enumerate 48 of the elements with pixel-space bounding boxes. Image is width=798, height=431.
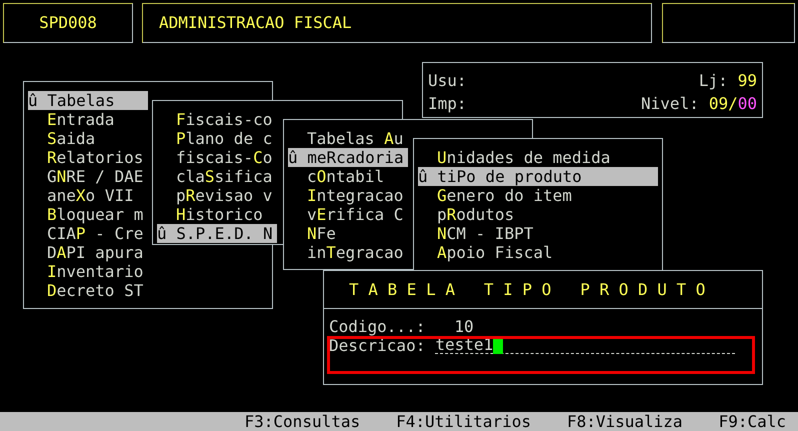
user-label: Usu: — [428, 71, 467, 92]
menu-item[interactable]: claSsifica — [157, 167, 277, 186]
menu-item[interactable]: Relatorios — [28, 148, 148, 167]
menu-item[interactable]: Entrada — [28, 110, 148, 129]
menu-item[interactable]: pRevisao v — [157, 186, 277, 205]
printer-label: Imp: — [428, 94, 467, 115]
module-title: ADMINISTRACAO FISCAL — [159, 12, 352, 34]
store-value: 99 — [738, 71, 757, 92]
field-label: Codigo...: — [329, 317, 426, 336]
menu-item[interactable]: Integracao — [288, 186, 408, 205]
menu-item[interactable]: û Tabelas — [28, 91, 148, 110]
function-key-hint: F3:Consultas — [244, 412, 360, 431]
menu-item[interactable]: Tabelas Au — [288, 129, 408, 148]
function-key-hint: F9:Calc — [718, 412, 786, 431]
level-value: 09/00 — [708, 94, 757, 115]
function-key-hint: F8:Visualiza — [566, 412, 683, 431]
menu-item[interactable]: NFe — [288, 224, 408, 243]
menu-item[interactable]: Inventario — [28, 262, 148, 281]
menu-item[interactable]: DAPI apura — [28, 243, 148, 262]
menu-item[interactable]: Genero do item — [418, 186, 658, 205]
menu-item[interactable]: Plano de c — [157, 129, 277, 148]
menu-item[interactable]: pRodutos — [418, 205, 658, 224]
menu-item[interactable]: û tiPo de produto — [418, 167, 658, 186]
menu-item[interactable]: û meRcadoria — [288, 148, 408, 167]
program-code: SPD008 — [39, 12, 97, 34]
input-field[interactable]: teste1 — [435, 338, 736, 354]
menu-item[interactable]: Historico — [157, 205, 277, 224]
store-label: Lj: — [698, 71, 728, 92]
level-label: Nivel: — [641, 94, 699, 115]
menu-item[interactable]: Fiscais-co — [157, 110, 277, 129]
menu-item[interactable]: Unidades de medida — [418, 148, 658, 167]
menu-item[interactable]: Bloquear m — [28, 205, 148, 224]
menu-item[interactable]: fiscais-Co — [157, 148, 277, 167]
menu-item[interactable]: GNRE / DAE — [28, 167, 148, 186]
menu-item[interactable]: NCM - IBPT — [418, 224, 658, 243]
menu-item[interactable]: inTegracao — [288, 243, 408, 262]
menu-item[interactable]: cOntabil — [288, 167, 408, 186]
function-key-hint: F4:Utilitarios — [396, 412, 531, 431]
dialog-title: T A B E L A T I P O P R O D U T O — [349, 278, 706, 300]
input-field[interactable]: 10 — [454, 318, 474, 334]
menu-item[interactable]: Apoio Fiscal — [418, 243, 658, 262]
menu-item[interactable]: CIAP - Cre — [28, 224, 148, 243]
menu-item[interactable]: vErifica C — [288, 205, 408, 224]
menu-item[interactable]: Saida — [28, 129, 148, 148]
menu-item[interactable]: Decreto ST — [28, 281, 148, 300]
menu-item[interactable]: û S.P.E.D. N — [157, 224, 277, 243]
field-label: Descricao: — [329, 336, 426, 355]
menu-item[interactable]: aneXo VII — [28, 186, 148, 205]
